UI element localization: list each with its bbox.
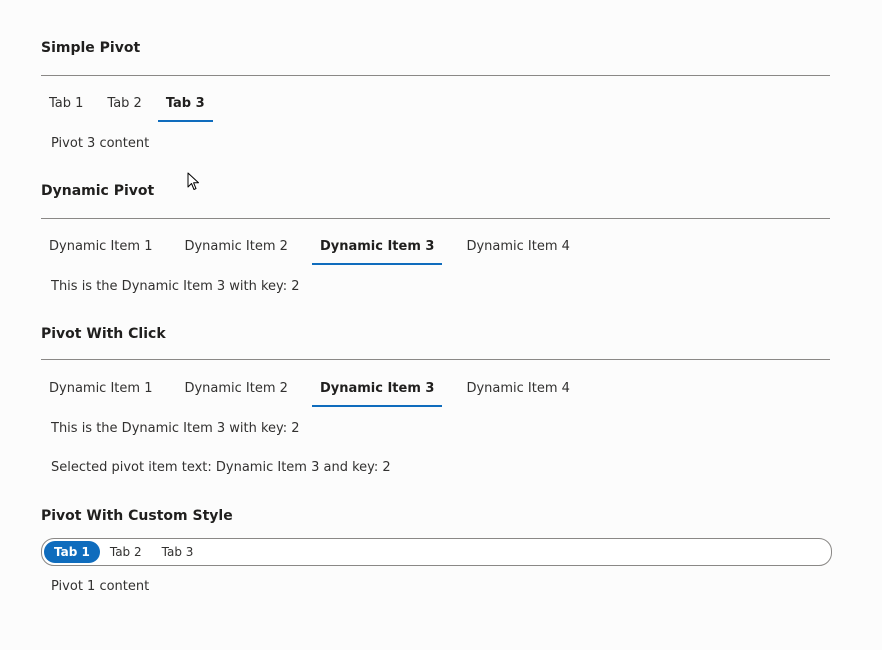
simple-pivot-divider bbox=[41, 75, 830, 76]
dynamic-pivot-title: Dynamic Pivot bbox=[41, 183, 155, 199]
dynamic-pivot-section: Dynamic Pivot Dynamic Item 1 Dynamic Ite… bbox=[41, 181, 830, 294]
dynamic-pivot-content: This is the Dynamic Item 3 with key: 2 bbox=[51, 279, 300, 294]
custom-pivot-title: Pivot With Custom Style bbox=[41, 508, 233, 524]
dynamic-pivot-divider bbox=[41, 218, 830, 219]
click-pivot-content: This is the Dynamic Item 3 with key: 2 bbox=[51, 421, 300, 436]
click-pivot-tabs: Dynamic Item 1 Dynamic Item 2 Dynamic It… bbox=[41, 371, 586, 407]
tab-click-4[interactable]: Dynamic Item 4 bbox=[458, 371, 577, 407]
tab-custom-3[interactable]: Tab 3 bbox=[152, 541, 204, 563]
tab-dynamic-4[interactable]: Dynamic Item 4 bbox=[458, 229, 577, 265]
click-pivot-title: Pivot With Click bbox=[41, 326, 166, 342]
custom-pivot-tabs: Tab 1 Tab 2 Tab 3 bbox=[41, 538, 832, 566]
tab-dynamic-3[interactable]: Dynamic Item 3 bbox=[311, 229, 443, 265]
tab-click-2[interactable]: Dynamic Item 2 bbox=[176, 371, 295, 407]
simple-pivot-content: Pivot 3 content bbox=[51, 136, 150, 151]
click-pivot-selection-text: Selected pivot item text: Dynamic Item 3… bbox=[51, 460, 391, 475]
tab-simple-3[interactable]: Tab 3 bbox=[157, 86, 213, 122]
simple-pivot-section: Simple Pivot Tab 1 Tab 2 Tab 3 Pivot 3 c… bbox=[41, 38, 830, 151]
tab-simple-1[interactable]: Tab 1 bbox=[41, 86, 91, 122]
click-pivot-divider bbox=[41, 359, 830, 360]
tab-dynamic-2[interactable]: Dynamic Item 2 bbox=[176, 229, 295, 265]
tab-custom-1[interactable]: Tab 1 bbox=[44, 541, 100, 563]
custom-pivot-content: Pivot 1 content bbox=[51, 579, 150, 594]
mouse-pointer-icon bbox=[187, 172, 199, 190]
tab-click-1[interactable]: Dynamic Item 1 bbox=[41, 371, 160, 407]
tab-custom-2[interactable]: Tab 2 bbox=[100, 541, 152, 563]
click-pivot-section: Pivot With Click Dynamic Item 1 Dynamic … bbox=[41, 324, 830, 475]
tab-simple-2[interactable]: Tab 2 bbox=[99, 86, 149, 122]
custom-pivot-section: Pivot With Custom Style Tab 1 Tab 2 Tab … bbox=[41, 506, 832, 594]
tab-click-3[interactable]: Dynamic Item 3 bbox=[311, 371, 443, 407]
tab-dynamic-1[interactable]: Dynamic Item 1 bbox=[41, 229, 160, 265]
dynamic-pivot-tabs: Dynamic Item 1 Dynamic Item 2 Dynamic It… bbox=[41, 229, 586, 265]
simple-pivot-tabs: Tab 1 Tab 2 Tab 3 bbox=[41, 86, 221, 122]
simple-pivot-title: Simple Pivot bbox=[41, 40, 141, 56]
